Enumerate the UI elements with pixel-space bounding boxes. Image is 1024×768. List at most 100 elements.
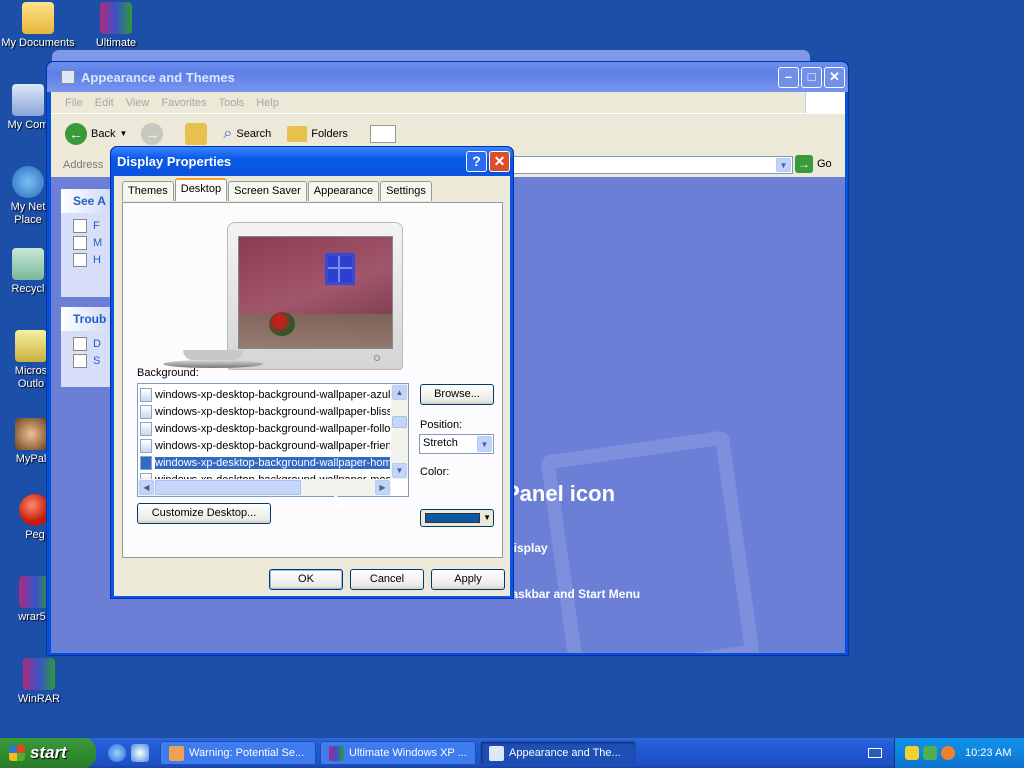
help-question-icon <box>73 336 87 351</box>
chevron-down-icon: ▼ <box>477 436 492 452</box>
scroll-thumb[interactable] <box>392 416 407 428</box>
chevron-down-icon[interactable]: ▼ <box>776 158 791 172</box>
back-label: Back <box>91 127 116 140</box>
computer-icon <box>12 84 44 116</box>
explorer-titlebar[interactable]: Appearance and Themes <box>47 62 848 92</box>
background-listbox[interactable]: windows-xp-desktop-background-wallpaper-… <box>137 383 409 497</box>
wallpaper-preview <box>238 236 393 349</box>
taskbar-button-appearance-and-themes[interactable]: Appearance and The... <box>480 741 636 765</box>
horizontal-scrollbar[interactable]: ◀ ▶ <box>138 479 391 496</box>
close-button[interactable]: ✕ <box>824 67 845 88</box>
menu-favorites[interactable]: Favorites <box>161 97 206 109</box>
list-item[interactable]: windows-xp-desktop-background-wallpaper-… <box>140 420 390 437</box>
tab-themes[interactable]: Themes <box>122 181 174 201</box>
up-folder-icon[interactable] <box>185 122 208 145</box>
browse-button[interactable]: Browse... <box>420 384 494 405</box>
fonts-icon <box>73 218 87 233</box>
security-shield-icon[interactable] <box>905 746 919 760</box>
desktop-icon-label: My Documents <box>1 37 75 49</box>
color-picker-button[interactable]: ▼ <box>420 509 494 527</box>
image-file-icon <box>140 404 152 419</box>
vertical-scrollbar[interactable]: ▲ ▼ <box>391 384 408 479</box>
list-item[interactable]: windows-xp-desktop-background-wallpaper-… <box>140 403 390 420</box>
dialog-tabs: Themes Desktop Screen Saver Appearance S… <box>122 178 433 201</box>
help-button[interactable]: ? <box>466 151 487 172</box>
tab-appearance[interactable]: Appearance <box>307 181 380 201</box>
explorer-title: Appearance and Themes <box>81 69 235 85</box>
menu-help[interactable]: Help <box>256 97 279 109</box>
windows-logo-icon <box>805 92 845 113</box>
scroll-right-arrow-icon[interactable]: ▶ <box>375 480 390 495</box>
desktop: My Documents Ultimate My Com My Net Plac… <box>0 0 1024 738</box>
menu-bar: File Edit View Favorites Tools Help <box>51 92 845 113</box>
menu-file[interactable]: File <box>65 97 83 109</box>
start-button[interactable]: start <box>0 738 96 768</box>
views-icon[interactable] <box>369 124 396 143</box>
mouse-icon <box>73 235 87 250</box>
desktop-tab-page: Background: windows-xp-desktop-backgroun… <box>122 202 503 558</box>
contrast-icon <box>73 252 87 267</box>
outlook-clock-icon <box>15 330 47 362</box>
internet-explorer-icon[interactable] <box>108 744 126 762</box>
address-input[interactable]: ▼ <box>511 156 793 174</box>
network-icon[interactable] <box>923 746 937 760</box>
customize-desktop-button[interactable]: Customize Desktop... <box>137 503 271 524</box>
dialog-close-button[interactable]: ✕ <box>489 151 510 172</box>
scroll-thumb[interactable] <box>155 480 301 495</box>
menu-view[interactable]: View <box>126 97 150 109</box>
desktop-icon-winrar[interactable]: WinRAR <box>1 658 77 706</box>
color-label: Color: <box>420 466 450 478</box>
mypal-browser-icon <box>15 418 47 450</box>
search-button[interactable]: ⌕ Search <box>223 125 271 143</box>
image-file-icon <box>140 421 152 436</box>
tab-desktop[interactable]: Desktop <box>174 178 228 201</box>
folders-button[interactable]: Folders <box>287 125 348 142</box>
preview-ground <box>239 314 392 348</box>
position-select[interactable]: Stretch ▼ <box>419 434 494 454</box>
scroll-down-arrow-icon[interactable]: ▼ <box>392 463 407 478</box>
winrar-archive-icon <box>100 2 132 34</box>
control-panel-watermark <box>539 429 761 653</box>
folder-icon <box>287 125 308 142</box>
outlook-express-icon[interactable] <box>131 744 149 762</box>
list-item-selected[interactable]: windows-xp-desktop-background-wallpaper-… <box>140 454 390 471</box>
scroll-up-arrow-icon[interactable]: ▲ <box>392 385 407 400</box>
image-file-icon <box>140 387 152 402</box>
list-item[interactable]: windows-xp-desktop-background-wallpaper-… <box>140 386 390 403</box>
desktop-icon-ultimate[interactable]: Ultimate <box>78 2 154 50</box>
search-icon: ⌕ <box>223 124 233 142</box>
maximize-button[interactable]: □ <box>801 67 822 88</box>
cancel-button[interactable]: Cancel <box>350 569 424 590</box>
ok-button[interactable]: OK <box>269 569 343 590</box>
taskbar-button-warning[interactable]: Warning: Potential Se... <box>160 741 316 765</box>
minimize-button[interactable]: – <box>778 67 799 88</box>
monitor-stand <box>183 350 243 360</box>
menu-edit[interactable]: Edit <box>95 97 114 109</box>
desktop-icon-my-documents[interactable]: My Documents <box>0 2 76 50</box>
list-item[interactable]: windows-xp-desktop-background-wallpaper-… <box>140 437 390 454</box>
search-tray-icon[interactable] <box>941 746 955 760</box>
dialog-body: Themes Desktop Screen Saver Appearance S… <box>114 176 510 596</box>
winrar-icon <box>23 658 55 690</box>
taskbar-button-ultimate-windows-xp[interactable]: Ultimate Windows XP ... <box>320 741 476 765</box>
scroll-left-arrow-icon[interactable]: ◀ <box>139 480 154 495</box>
image-file-icon <box>140 438 152 453</box>
tab-screen-saver[interactable]: Screen Saver <box>228 181 307 201</box>
taskbar: start Warning: Potential Se... Ultimate … <box>0 738 1024 768</box>
clock[interactable]: 10:23 AM <box>965 747 1011 759</box>
dialog-titlebar[interactable]: Display Properties <box>111 147 513 176</box>
keyboard-language-icon[interactable] <box>868 748 882 758</box>
system-tray: 10:23 AM <box>894 738 1024 768</box>
menu-tools[interactable]: Tools <box>219 97 245 109</box>
apply-button[interactable]: Apply <box>431 569 505 590</box>
taskbar-start-menu-link[interactable]: Taskbar and Start Menu <box>505 587 640 601</box>
go-button[interactable]: → Go <box>795 155 832 173</box>
go-arrow-icon: → <box>795 155 813 173</box>
tab-settings[interactable]: Settings <box>380 181 432 201</box>
preview-flowers <box>269 312 295 336</box>
forward-button[interactable]: → <box>141 122 164 145</box>
chevron-down-icon: ▼ <box>119 129 128 138</box>
start-label: start <box>30 743 67 762</box>
position-value: Stretch <box>423 437 458 449</box>
back-button[interactable]: ← Back ▼ <box>65 122 128 145</box>
